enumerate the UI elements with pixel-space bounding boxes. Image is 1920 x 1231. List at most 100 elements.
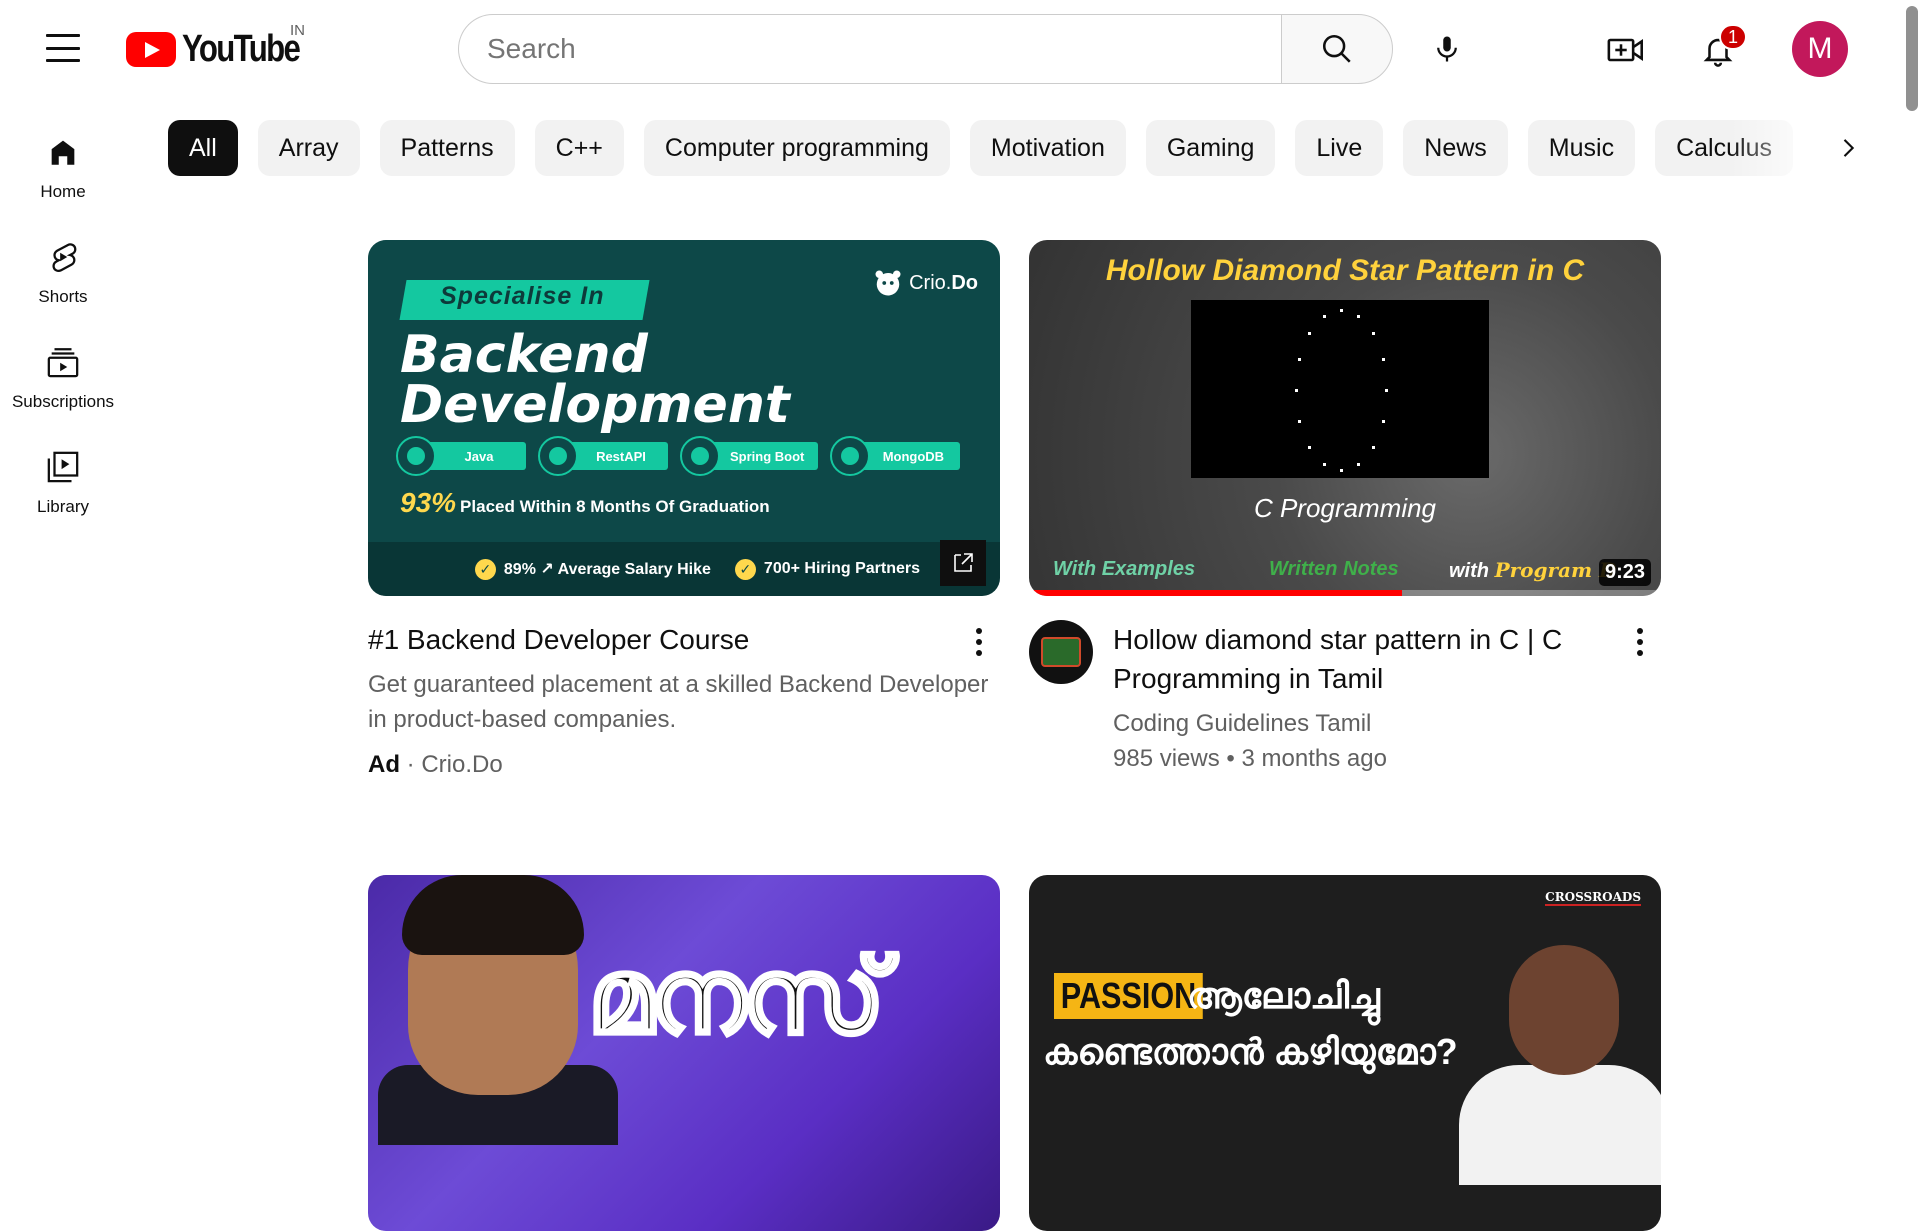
channel-avatar[interactable]: [1029, 620, 1093, 684]
page-scrollbar[interactable]: [1902, 0, 1920, 1080]
ad-stats-strip: ✓ 89% ↗ Average Salary Hike ✓ 700+ Hiring …: [368, 542, 1000, 596]
spring-icon: [680, 436, 720, 476]
watch-progress-bar: [1029, 590, 1661, 596]
library-icon: [45, 449, 81, 485]
star-dot: [1385, 389, 1388, 392]
video-duration: 9:23: [1598, 559, 1651, 586]
more-actions-button[interactable]: [1625, 622, 1655, 662]
java-icon: [396, 436, 436, 476]
thumb-line-2: കണ്ടെത്താൻ കഴിയുമോ?: [1043, 1031, 1458, 1072]
star-dot: [1381, 358, 1385, 362]
ad-thumbnail[interactable]: Specialise In Crio.Do Backend Developmen…: [368, 240, 1000, 596]
chip-motivation[interactable]: Motivation: [969, 120, 1126, 176]
console-output-image: [1191, 300, 1489, 478]
star-dot: [1371, 332, 1375, 336]
thumb-footer-1: With Examples: [1053, 558, 1196, 580]
menu-icon[interactable]: [42, 30, 84, 66]
chip-patterns[interactable]: Patterns: [379, 120, 515, 176]
microphone-icon: [1437, 36, 1457, 62]
video-thumbnail[interactable]: മനസ്: [368, 875, 1000, 1231]
partners-stat: ✓ 700+ Hiring Partners: [734, 558, 920, 580]
view-count: 985 views: [1113, 745, 1220, 772]
sidebar-item-subscriptions[interactable]: Subscriptions: [0, 308, 126, 418]
thumb-footer-3: with Program D: [1449, 558, 1616, 583]
search-button[interactable]: [1281, 14, 1393, 84]
video-card: Hollow Diamond Star Pattern in C C Progr…: [1029, 240, 1661, 776]
chip-computer-programming[interactable]: Computer programming: [643, 120, 950, 176]
tech-pill: MongoDB: [830, 436, 961, 476]
chip-music[interactable]: Music: [1527, 120, 1636, 176]
tech-pill-label: Java: [426, 442, 526, 470]
scrollbar-thumb[interactable]: [1906, 6, 1918, 111]
search-input[interactable]: [487, 33, 1282, 65]
advertiser-name[interactable]: Crio.Do: [421, 751, 502, 778]
star-dot: [1340, 469, 1343, 472]
thumb-title: Hollow Diamond Star Pattern in C: [1105, 254, 1585, 287]
tech-pill: Java: [396, 436, 526, 476]
check-icon: ✓: [734, 558, 756, 580]
shorts-icon: [45, 239, 81, 275]
star-dot: [1322, 315, 1326, 319]
star-dot: [1308, 332, 1312, 336]
stat-value: 93%: [400, 487, 457, 518]
video-add-icon: [1607, 38, 1643, 62]
create-button[interactable]: [1598, 22, 1654, 78]
chip-array[interactable]: Array: [257, 120, 360, 176]
thumb-tag: PASSION: [1054, 973, 1204, 1019]
country-code: IN: [290, 22, 305, 39]
account-avatar[interactable]: M: [1792, 21, 1848, 77]
chip-cpp[interactable]: C++: [534, 120, 624, 176]
search-icon: [1322, 34, 1351, 63]
thumb-headline: Backend Development: [400, 325, 790, 435]
star-dot: [1295, 389, 1298, 392]
video-title[interactable]: #1 Backend Developer Course: [368, 620, 1000, 659]
video-stats: 985 views • 3 months ago: [1113, 741, 1611, 776]
video-thumbnail[interactable]: CROSSROADS PASSION ആലോചിച്ചു കണ്ടെത്താൻ …: [1029, 875, 1661, 1231]
thumb-footer-2: Written Notes: [1269, 558, 1399, 580]
placement-stat: 93% Placed Within 8 Months Of Graduation: [400, 487, 770, 519]
tech-pill-label: MongoDB: [860, 442, 961, 470]
chip-live[interactable]: Live: [1295, 120, 1384, 176]
ad-byline: Ad · Crio.Do: [368, 747, 1000, 782]
voice-search-button[interactable]: [1412, 14, 1482, 84]
chip-scroll-next-button[interactable]: [1820, 120, 1876, 176]
sidebar-item-shorts[interactable]: Shorts: [0, 203, 126, 313]
open-external-button[interactable]: [940, 540, 986, 586]
thumb-headline-line-2: Development: [400, 375, 790, 435]
chip-gaming[interactable]: Gaming: [1145, 120, 1276, 176]
partners-stat-text: 700+ Hiring Partners: [763, 560, 920, 577]
brand-suffix: Do: [951, 271, 978, 294]
video-title[interactable]: Hollow diamond star pattern in C | C Pro…: [1113, 620, 1611, 698]
video-card: മനസ്: [368, 875, 1000, 1231]
logo-text: YouTube: [182, 27, 301, 70]
ad-meta: #1 Backend Developer Course Get guarante…: [368, 620, 1000, 782]
thumb-headline-line-1: Backend: [400, 325, 648, 385]
sidebar-item-home[interactable]: Home: [0, 98, 126, 208]
thumb-person-hair: [402, 875, 584, 955]
channel-name[interactable]: Coding Guidelines Tamil: [1113, 706, 1611, 741]
ad-description: Get guaranteed placement at a skilled Ba…: [368, 671, 989, 733]
star-dot: [1340, 309, 1343, 312]
notification-badge: 1: [1719, 24, 1748, 50]
thumb-person-head: [1509, 945, 1619, 1075]
watch-progress-fill: [1029, 590, 1402, 596]
separator: •: [1226, 745, 1235, 772]
chip-news[interactable]: News: [1403, 120, 1508, 176]
sidebar-item-label: Subscriptions: [11, 392, 115, 411]
top-bar: YouTube IN 1 M: [0, 0, 1920, 98]
separator: ·: [406, 751, 415, 778]
tech-pill: RestAPI: [538, 436, 668, 476]
star-dot: [1308, 445, 1312, 449]
salary-stat: ✓ 89% ↗ Average Salary Hike: [474, 558, 711, 580]
search-box: [458, 14, 1282, 84]
star-dot: [1371, 445, 1375, 449]
more-actions-button[interactable]: [964, 622, 994, 662]
sidebar-item-library[interactable]: Library: [0, 413, 126, 523]
chip-all[interactable]: All: [168, 120, 238, 176]
youtube-play-icon: [126, 31, 176, 67]
thumb-line-1: ആലോചിച്ചു: [1187, 975, 1380, 1016]
crio-logo-icon: [875, 270, 901, 296]
video-thumbnail[interactable]: Hollow Diamond Star Pattern in C C Progr…: [1029, 240, 1661, 596]
mongodb-icon: [830, 436, 871, 476]
sidebar-item-label: Shorts: [38, 287, 88, 306]
